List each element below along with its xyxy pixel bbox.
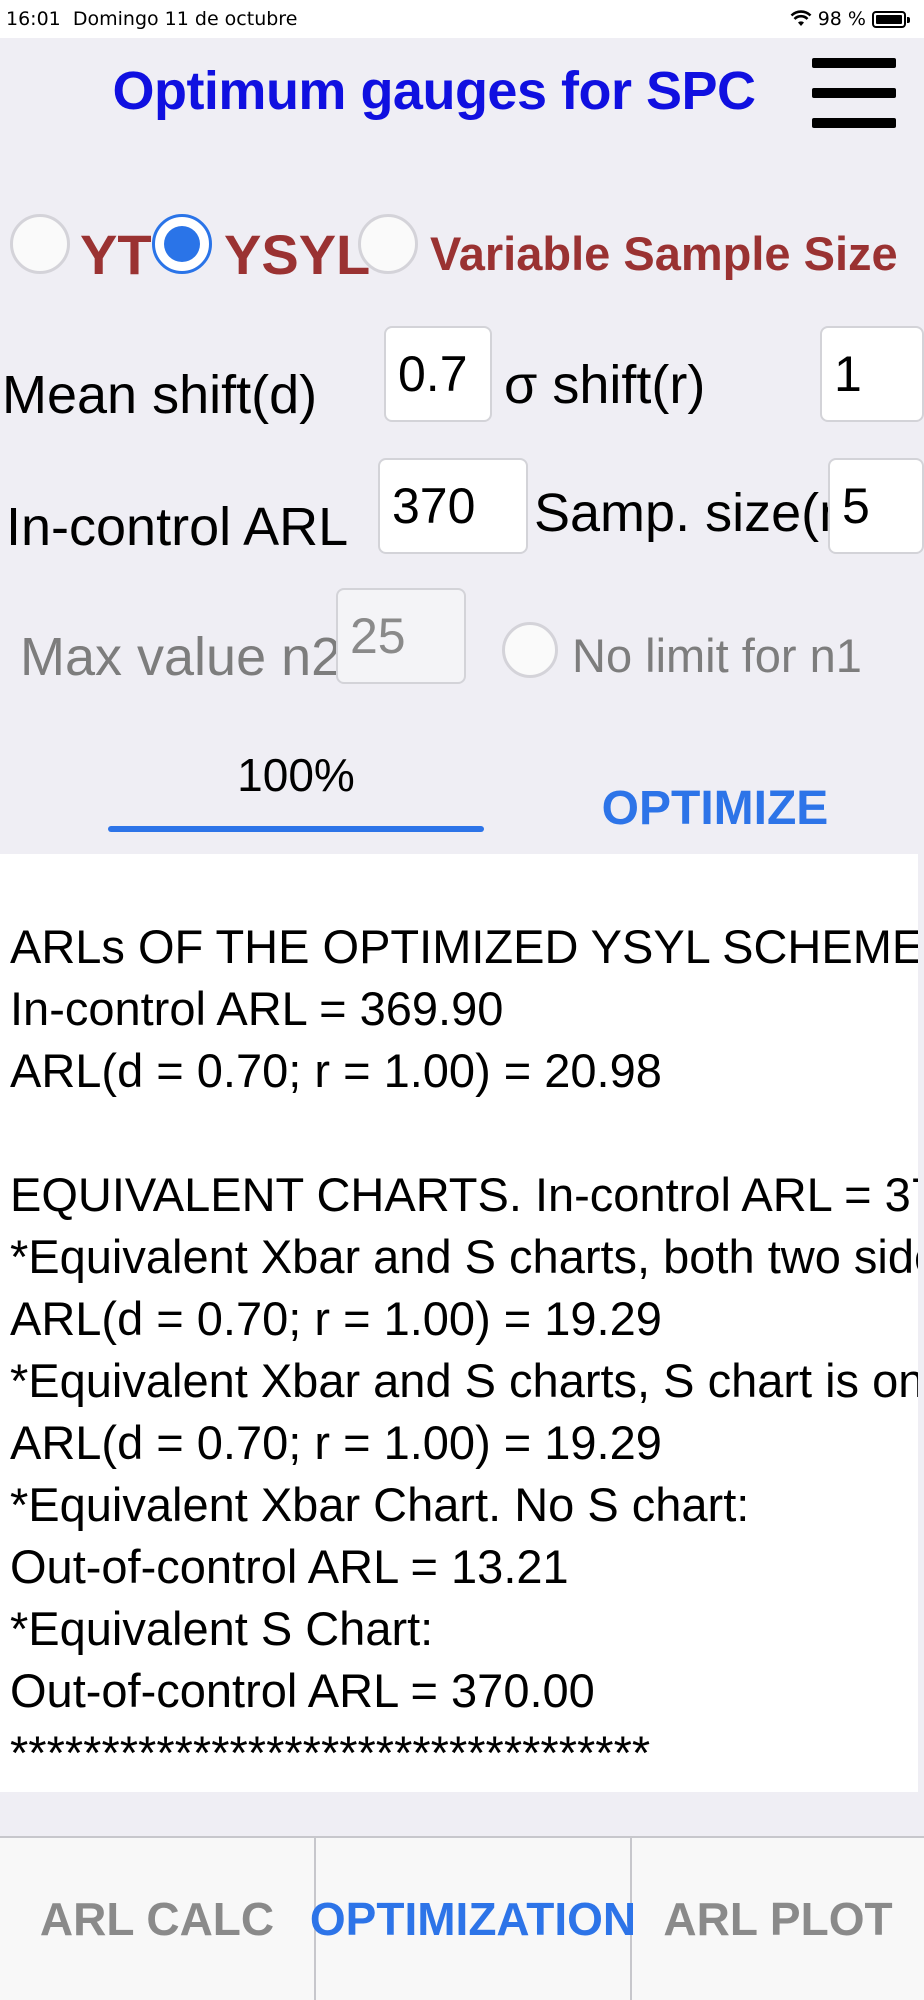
sample-size-input[interactable]: 5 bbox=[828, 458, 924, 554]
result-line bbox=[10, 1102, 918, 1164]
no-limit-n1-label: No limit for n1 bbox=[572, 629, 862, 682]
progress-fill bbox=[108, 826, 484, 832]
result-line: EQUIVALENT CHARTS. In-control ARL = 370 bbox=[10, 1168, 918, 1221]
radio-label-ysyl[interactable]: YSYL bbox=[224, 222, 370, 287]
result-line: Out-of-control ARL = 13.21 bbox=[10, 1540, 569, 1593]
result-line: ARL(d = 0.70; r = 1.00) = 20.98 bbox=[10, 1044, 662, 1097]
result-line: *Equivalent S Chart: bbox=[10, 1602, 434, 1655]
sample-size-label: Samp. size(n) bbox=[534, 483, 868, 543]
result-line: *********************************** bbox=[10, 1726, 651, 1779]
result-line: *Equivalent Xbar Chart. No S chart: bbox=[10, 1478, 750, 1531]
radio-label-variable-sample-size[interactable]: Variable Sample Size bbox=[430, 226, 898, 281]
no-limit-n1-checkbox[interactable] bbox=[502, 622, 558, 678]
mean-shift-label: Mean shift(d) bbox=[2, 365, 318, 425]
status-time-date: 16:01 Domingo 11 de octubre bbox=[6, 8, 297, 30]
result-line: *Equivalent Xbar and S charts, both two … bbox=[10, 1230, 918, 1283]
sigma-shift-input[interactable]: 1 bbox=[820, 326, 924, 422]
tab-optimization[interactable]: OPTIMIZATION bbox=[310, 1838, 636, 2000]
tab-arl-calc[interactable]: ARL CALC bbox=[0, 1838, 316, 2000]
tab-arl-plot[interactable]: ARL PLOT bbox=[632, 1838, 924, 2000]
status-right: 98 % bbox=[790, 8, 910, 30]
radio-ysyl[interactable] bbox=[152, 214, 212, 274]
wifi-icon bbox=[790, 10, 812, 26]
result-line: *Equivalent Xbar and S charts, S chart i… bbox=[10, 1354, 918, 1407]
status-date: Domingo 11 de octubre bbox=[72, 8, 298, 30]
result-line: ARLs OF THE OPTIMIZED YSYL SCHEME: bbox=[10, 920, 918, 973]
progress-bar bbox=[108, 826, 484, 832]
status-bar: 16:01 Domingo 11 de octubre 98 % bbox=[0, 0, 924, 38]
battery-icon bbox=[872, 10, 910, 28]
radio-yt[interactable] bbox=[10, 214, 70, 274]
scheme-options: YT YSYL Variable Sample Size bbox=[0, 210, 924, 290]
max-n2-input[interactable]: 25 bbox=[336, 588, 466, 684]
result-line: ARL(d = 0.70; r = 1.00) = 19.29 bbox=[10, 1416, 662, 1469]
max-n2-label: Max value n2 bbox=[20, 627, 342, 687]
optimize-button[interactable]: OPTIMIZE bbox=[590, 776, 840, 842]
sigma-shift-label: σ shift(r) bbox=[504, 355, 706, 415]
tab-bar: ARL CALC OPTIMIZATION ARL PLOT bbox=[0, 1836, 924, 2000]
radio-label-yt[interactable]: YT bbox=[80, 222, 152, 287]
battery-percent: 98 % bbox=[817, 8, 866, 30]
in-control-arl-input[interactable]: 370 bbox=[378, 458, 528, 554]
in-control-arl-label: In-control ARL bbox=[6, 497, 349, 557]
progress-text: 100% bbox=[237, 749, 355, 801]
result-line: ARL(d = 0.70; r = 1.00) = 19.29 bbox=[10, 1292, 662, 1345]
status-time: 16:01 bbox=[6, 8, 61, 30]
result-line: In-control ARL = 369.90 bbox=[10, 982, 504, 1035]
radio-variable-sample-size[interactable] bbox=[358, 214, 418, 274]
result-line: Out-of-control ARL = 370.00 bbox=[10, 1664, 595, 1717]
page-title: Optimum gauges for SPC bbox=[112, 61, 756, 121]
hamburger-menu-icon[interactable] bbox=[812, 58, 896, 128]
mean-shift-input[interactable]: 0.7 bbox=[384, 326, 492, 422]
results-panel: ARLs OF THE OPTIMIZED YSYL SCHEME: In-con… bbox=[0, 854, 918, 1792]
